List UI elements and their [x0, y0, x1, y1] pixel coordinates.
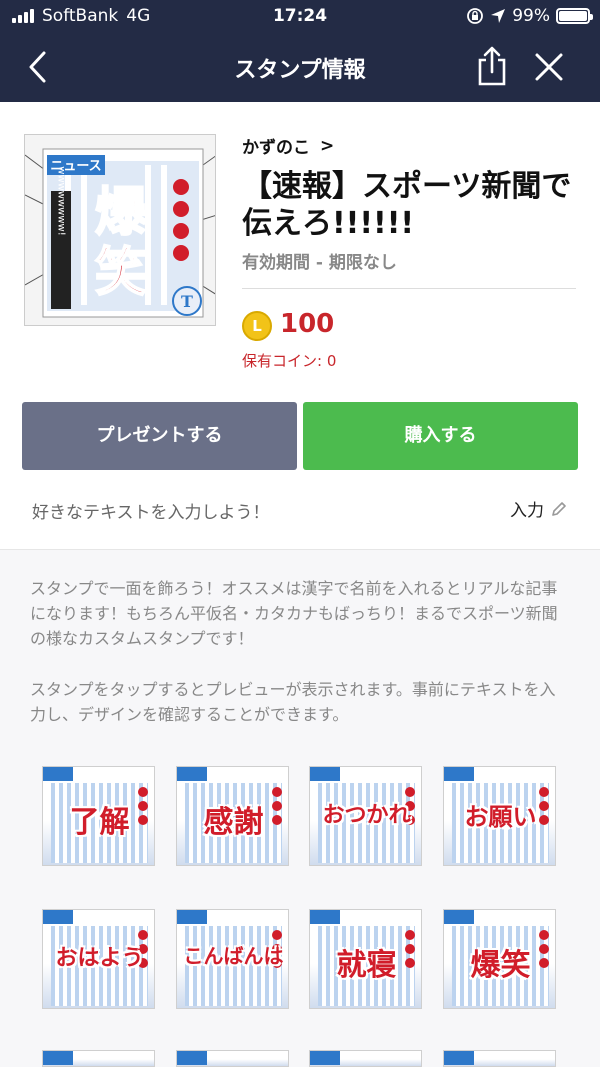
newspaper-illustration: ニュース wwwwwwww! 爆 笑 T — [25, 135, 215, 325]
svg-text:笑: 笑 — [95, 243, 147, 303]
sticker-word: 了解 — [69, 805, 130, 840]
sticker-word: おつかれ — [322, 803, 411, 828]
custom-text-row[interactable]: 好きなテキストを入力しよう！ 入力 — [0, 480, 600, 536]
share-icon[interactable] — [474, 44, 510, 88]
sticker-word: お願い — [464, 803, 537, 831]
input-button[interactable]: 入力 — [510, 496, 568, 521]
sticker-item[interactable]: おつかれ — [309, 766, 422, 866]
svg-text:wwwwwwww!: wwwwwwww! — [56, 166, 67, 235]
author-link[interactable]: かずのこ > — [242, 133, 335, 159]
sticker-item[interactable]: お願い — [443, 766, 556, 866]
gift-button[interactable]: プレゼントする — [22, 402, 297, 470]
description-paragraph: スタンプをタップするとプレビューが表示されます。事前にテキストを入力し、デザイン… — [30, 680, 556, 724]
coin-icon: L — [242, 311, 272, 341]
sticker-word: 爆笑 — [470, 948, 531, 983]
navigation-bar: スタンプ情報 — [0, 34, 600, 102]
pencil-icon — [552, 501, 566, 516]
input-label: 入力 — [510, 501, 544, 521]
sticker-item[interactable]: おはよう — [42, 909, 155, 1009]
svg-text:T: T — [181, 292, 193, 311]
sticker-word: おはよう — [55, 946, 144, 971]
sticker-item[interactable]: 就寝 — [309, 909, 422, 1009]
top-bar: SoftBank 4G 17:24 99% スタンプ情報 — [0, 0, 600, 102]
sticker-word: 就寝 — [336, 948, 397, 983]
close-icon[interactable] — [532, 50, 566, 84]
custom-text-hint: 好きなテキストを入力しよう！ — [32, 503, 270, 523]
battery-icon — [556, 8, 593, 24]
battery-percent: 99% — [512, 6, 550, 26]
sticker-item[interactable]: 了解 — [42, 766, 155, 866]
sticker-item[interactable] — [42, 1050, 155, 1067]
status-bar: SoftBank 4G 17:24 99% — [0, 0, 600, 34]
sticker-item[interactable]: 感謝 — [176, 766, 289, 866]
author-name: かずのこ — [242, 138, 310, 158]
sticker-item[interactable] — [443, 1050, 556, 1067]
sticker-pack-thumbnail: ニュース wwwwwwww! 爆 笑 T — [24, 134, 216, 326]
description-paragraph: スタンプで一面を飾ろう！オススメは漢字で名前を入れるとリアルな記事になります！も… — [30, 579, 558, 648]
page-title: スタンプ情報 — [234, 58, 366, 83]
sticker-item[interactable] — [176, 1050, 289, 1067]
divider — [242, 288, 576, 289]
thumbnail-headline: 爆 — [95, 183, 148, 243]
sticker-word: 感謝 — [203, 805, 264, 840]
sticker-item[interactable]: こんばんは — [176, 909, 289, 1009]
sticker-item[interactable]: 爆笑 — [443, 909, 556, 1009]
location-icon — [491, 9, 506, 23]
sticker-word: こんばんは — [183, 944, 284, 968]
product-title: 【速報】スポーツ新聞で伝えろ!!!!!! — [242, 169, 572, 241]
sticker-item[interactable] — [309, 1050, 422, 1067]
rotation-lock-icon — [467, 8, 484, 24]
price: 100 — [280, 309, 335, 339]
buy-button[interactable]: 購入する — [303, 402, 578, 470]
validity-period: 有効期間 - 期限なし — [242, 253, 397, 273]
chevron-right-icon: > — [320, 135, 335, 156]
owned-coins: 保有コイン: 0 — [242, 352, 337, 370]
